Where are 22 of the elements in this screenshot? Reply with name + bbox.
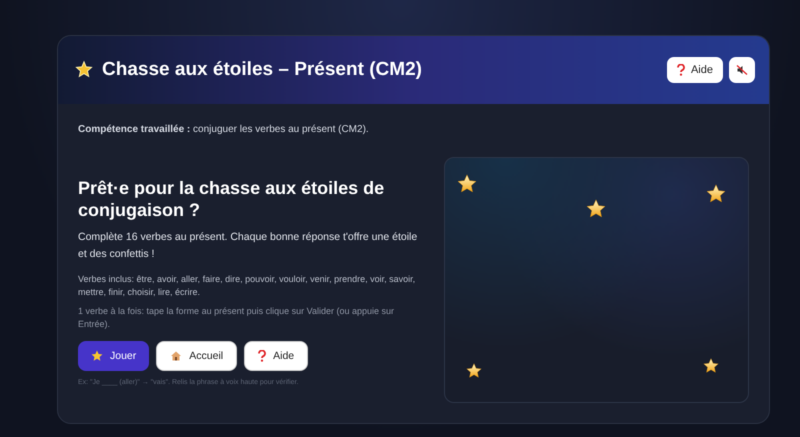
question-icon <box>258 350 266 362</box>
muted-speaker-icon <box>736 64 748 76</box>
house-icon <box>170 350 182 362</box>
question-icon <box>676 64 685 76</box>
page-title: Chasse aux étoiles – Présent (CM2) <box>102 59 422 81</box>
play-button[interactable]: Jouer <box>78 341 150 371</box>
star-icon <box>457 174 478 194</box>
verbs-text: Verbes inclus: être, avoir, aller, faire, dire, pouvoir, vouloir, venir, prendre, voir, savoir, mettre, finir, choisir, lire, écrire. <box>78 273 416 299</box>
star-icon <box>466 362 482 379</box>
secondary-button[interactable]: Accueil <box>156 341 238 371</box>
star-icon <box>586 199 606 220</box>
intro-heading: Prêt·e pour la chasse aux étoiles de conjugaison ? <box>78 177 386 221</box>
star-icon <box>706 184 726 204</box>
secondary-button[interactable]: Aide <box>244 341 308 371</box>
instructions-text: 1 verbe à la fois: tape la forme au présent puis clique sur Valider (ou appuie sur Entrée). <box>78 305 396 331</box>
skill-text: Compétence travaillée : conjuguer les verbes au présent (CM2). <box>78 124 370 135</box>
help-button[interactable]: Aide <box>666 57 723 83</box>
star-icon <box>702 358 719 374</box>
mute-button[interactable] <box>729 57 755 83</box>
star-icon <box>91 350 103 362</box>
sparkle-star-icon <box>74 60 94 80</box>
intro-text: Complète 16 verbes au présent. Chaque bonne réponse t'offre une étoile et des confettis ! <box>78 230 418 262</box>
